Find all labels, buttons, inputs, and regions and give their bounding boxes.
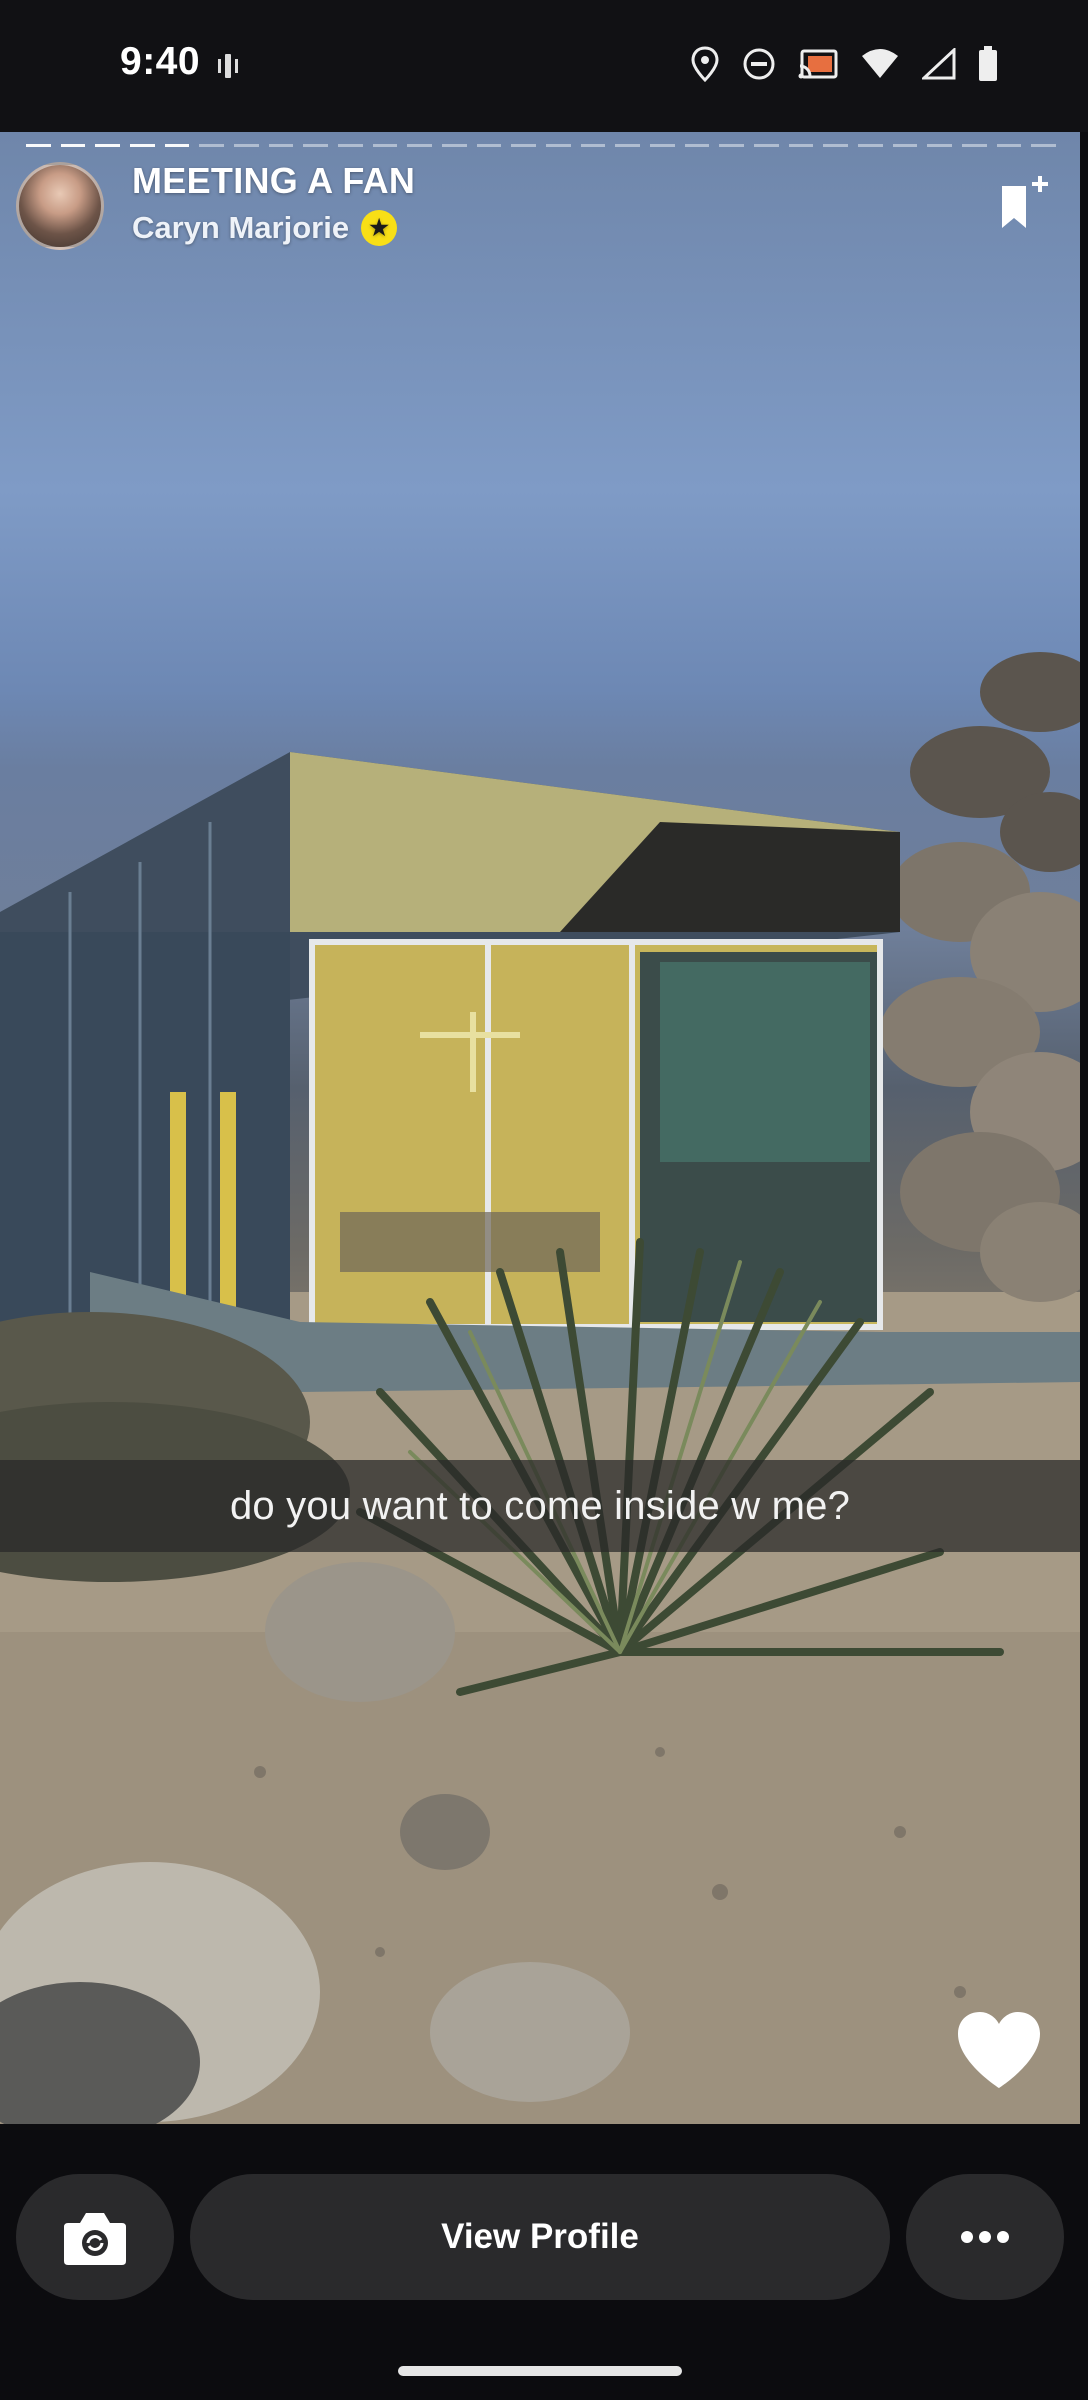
progress-segment	[511, 144, 537, 147]
progress-segment	[303, 144, 329, 147]
progress-segment	[927, 144, 953, 147]
progress-segment	[788, 144, 814, 147]
progress-segment	[476, 144, 502, 147]
vibrate-icon	[218, 54, 238, 78]
star-badge-icon: ★	[361, 210, 398, 246]
progress-segment	[234, 144, 259, 147]
story-title[interactable]: MEETING A FAN	[132, 160, 415, 202]
progress-segment	[719, 144, 745, 147]
author-row[interactable]: Caryn Marjorie ★	[132, 210, 398, 246]
story-progress	[26, 144, 1057, 148]
avatar[interactable]	[16, 162, 104, 250]
battery-icon	[978, 46, 998, 87]
signal-icon	[920, 46, 956, 85]
home-indicator[interactable]	[398, 2366, 682, 2376]
progress-segment	[268, 144, 294, 147]
heart-icon[interactable]	[956, 2010, 1042, 2090]
progress-segment	[338, 144, 363, 147]
wifi-icon	[860, 48, 900, 85]
progress-segment	[130, 144, 155, 147]
progress-segment	[892, 144, 918, 147]
dnd-icon	[742, 47, 776, 86]
progress-segment	[615, 144, 641, 147]
progress-segment	[60, 144, 86, 147]
progress-segment	[684, 144, 710, 147]
progress-segment	[650, 144, 675, 147]
progress-segment	[996, 144, 1022, 147]
location-icon	[690, 46, 720, 87]
progress-segment	[754, 144, 779, 147]
progress-segment	[546, 144, 571, 147]
caption-text: do you want to come inside w me?	[229, 1483, 851, 1528]
progress-segment	[1031, 144, 1057, 147]
view-profile-button[interactable]: View Profile	[190, 2174, 890, 2300]
story-image	[0, 652, 1080, 2124]
camera-icon	[64, 2213, 126, 2265]
progress-segment	[199, 144, 225, 147]
action-bar: View Profile	[0, 2124, 1088, 2400]
progress-segment	[407, 144, 433, 147]
progress-segment	[823, 144, 849, 147]
status-bar: 9:40	[0, 0, 1088, 132]
cast-icon	[798, 48, 838, 85]
bookmark-add-icon[interactable]	[994, 176, 1054, 236]
more-icon	[961, 2231, 1009, 2243]
progress-segment	[26, 144, 51, 147]
progress-segment	[95, 144, 121, 147]
progress-segment	[442, 144, 467, 147]
progress-segment	[580, 144, 606, 147]
progress-segment	[164, 144, 190, 147]
caption-bar: do you want to come inside w me?	[0, 1460, 1080, 1552]
progress-segment	[372, 144, 398, 147]
status-time: 9:40	[120, 40, 201, 83]
author-name[interactable]: Caryn Marjorie	[132, 210, 349, 246]
story-view[interactable]: MEETING A FAN Caryn Marjorie ★ do you wa…	[0, 132, 1080, 2124]
more-options-button[interactable]	[906, 2174, 1064, 2300]
camera-reply-button[interactable]	[16, 2174, 174, 2300]
progress-segment	[858, 144, 883, 147]
progress-segment	[962, 144, 987, 147]
